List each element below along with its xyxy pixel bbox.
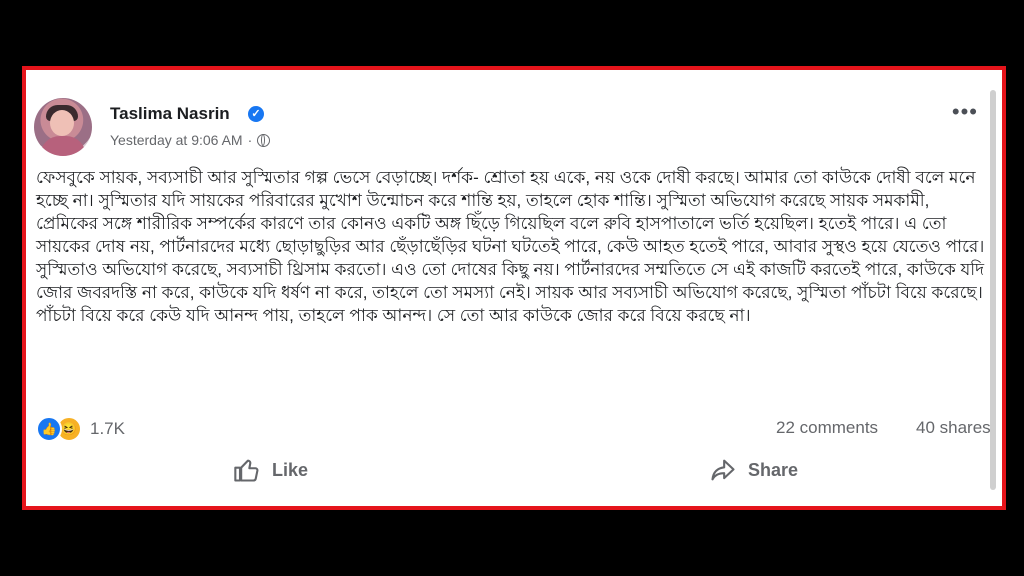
more-options-icon[interactable]: •••: [952, 101, 978, 123]
author-avatar[interactable]: [34, 98, 92, 156]
thumbs-up-icon: [234, 459, 259, 482]
meta-separator: ·: [247, 132, 253, 148]
like-label: Like: [272, 459, 309, 480]
post-meta: Yesterday at 9:06 AM ·: [110, 132, 271, 148]
globe-icon[interactable]: [257, 133, 271, 147]
post-stats: 👍 😆 1.7K 22 comments 40 shares: [36, 416, 992, 446]
reaction-count: 1.7K: [90, 419, 125, 438]
verified-badge-icon: ✓: [248, 106, 264, 122]
post-actions: Like Share: [26, 448, 1002, 492]
red-frame: Taslima Nasrin ✓ Yesterday at 9:06 AM · …: [22, 66, 1006, 510]
avatar-body: [40, 136, 86, 156]
post-header: Taslima Nasrin ✓ Yesterday at 9:06 AM ·: [34, 98, 934, 160]
reactions-summary[interactable]: 👍 😆 1.7K: [36, 416, 125, 442]
share-label: Share: [748, 459, 799, 480]
like-button[interactable]: Like: [232, 456, 308, 484]
share-button[interactable]: Share: [708, 456, 798, 484]
share-arrow-icon: [711, 459, 735, 481]
facebook-post-card: Taslima Nasrin ✓ Yesterday at 9:06 AM · …: [26, 70, 1002, 506]
like-reaction-icon: 👍: [36, 416, 62, 442]
post-timestamp[interactable]: Yesterday at 9:06 AM: [110, 132, 243, 148]
author-name[interactable]: Taslima Nasrin: [110, 104, 230, 124]
shares-count[interactable]: 40 shares: [916, 418, 996, 438]
comments-count[interactable]: 22 comments: [776, 418, 878, 438]
avatar-face: [50, 110, 74, 136]
post-body-text: ফেসবুকে সায়ক, সব্যসাচী আর সুস্মিতার গল্…: [36, 168, 985, 325]
